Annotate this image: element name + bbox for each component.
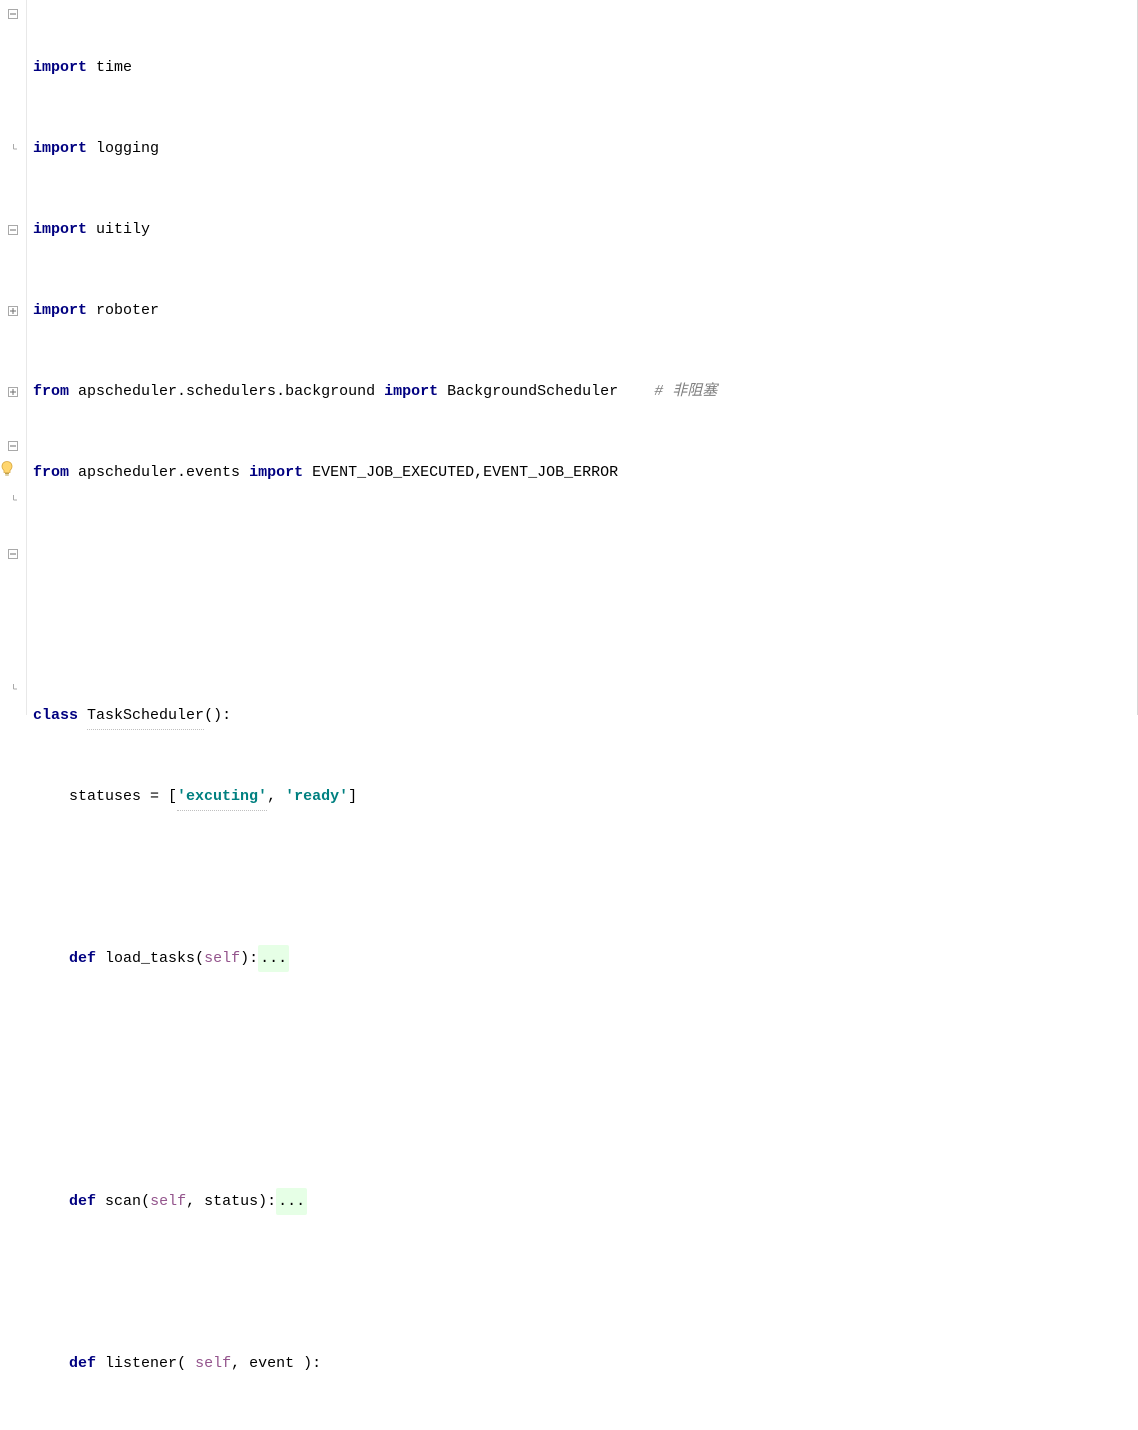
code-line[interactable]: from apscheduler.events import EVENT_JOB…: [31, 459, 1137, 486]
folded-code[interactable]: ...: [258, 945, 289, 972]
function-name: listener: [105, 1350, 177, 1377]
keyword: def: [69, 1350, 96, 1377]
fold-collapse-icon[interactable]: [7, 548, 19, 560]
class-name: TaskScheduler: [87, 702, 204, 730]
code-line[interactable]: import logging: [31, 135, 1137, 162]
code-line[interactable]: [31, 540, 1137, 567]
punctuation: ,: [267, 783, 285, 810]
punctuation: ):: [240, 945, 258, 972]
comment: # 非阻塞: [654, 378, 717, 405]
parameter: status: [204, 1188, 258, 1215]
keyword: import: [33, 297, 87, 324]
code-line[interactable]: class TaskScheduler():: [31, 702, 1137, 729]
imported-names: EVENT_JOB_EXECUTED,EVENT_JOB_ERROR: [312, 459, 618, 486]
punctuation: ():: [204, 702, 231, 729]
fold-expand-icon[interactable]: [7, 386, 19, 398]
string-literal: 'excuting': [177, 783, 267, 811]
code-line[interactable]: [31, 1269, 1137, 1296]
fold-collapse-icon[interactable]: [7, 224, 19, 236]
fold-close-icon[interactable]: [7, 494, 19, 506]
operator: = [: [141, 783, 177, 810]
code-line[interactable]: def listener( self, event ):: [31, 1350, 1137, 1377]
bulb-icon[interactable]: [1, 459, 13, 486]
punctuation: ):: [294, 1350, 321, 1377]
punctuation: (: [141, 1188, 150, 1215]
code-line[interactable]: import time: [31, 54, 1137, 81]
keyword: import: [33, 54, 87, 81]
gutter: [0, 0, 27, 715]
function-name: load_tasks: [105, 945, 195, 972]
fold-collapse-icon[interactable]: [7, 8, 19, 20]
string-literal: 'ready': [285, 783, 348, 810]
keyword: import: [384, 378, 438, 405]
module-name: uitily: [96, 216, 150, 243]
code-line[interactable]: import uitily: [31, 216, 1137, 243]
code-line[interactable]: [31, 621, 1137, 648]
parameter: event: [249, 1350, 294, 1377]
punctuation: ,: [231, 1350, 249, 1377]
code-line[interactable]: import roboter: [31, 297, 1137, 324]
code-line[interactable]: def scan(self, status):...: [31, 1188, 1137, 1215]
keyword: def: [69, 1188, 96, 1215]
code-line[interactable]: def load_tasks(self):...: [31, 945, 1137, 972]
function-name: scan: [105, 1188, 141, 1215]
punctuation: ):: [258, 1188, 276, 1215]
code-area[interactable]: import time import logging import uitily…: [27, 0, 1137, 715]
fold-collapse-icon[interactable]: [7, 440, 19, 452]
code-editor[interactable]: import time import logging import uitily…: [0, 0, 1138, 715]
keyword: class: [33, 702, 78, 729]
code-line[interactable]: [31, 1026, 1137, 1053]
code-line[interactable]: [31, 1107, 1137, 1134]
module-name: roboter: [96, 297, 159, 324]
code-line[interactable]: from apscheduler.schedulers.background i…: [31, 378, 1137, 405]
keyword: import: [33, 216, 87, 243]
keyword: from: [33, 378, 69, 405]
keyword: from: [33, 459, 69, 486]
fold-expand-icon[interactable]: [7, 305, 19, 317]
package-path: apscheduler.schedulers.background: [78, 378, 375, 405]
punctuation: (: [195, 945, 204, 972]
keyword: import: [249, 459, 303, 486]
module-name: logging: [96, 135, 159, 162]
folded-code[interactable]: ...: [276, 1188, 307, 1215]
fold-close-icon[interactable]: [7, 143, 19, 155]
punctuation: (: [177, 1350, 195, 1377]
variable: statuses: [69, 783, 141, 810]
self-param: self: [204, 945, 240, 972]
punctuation: ,: [186, 1188, 204, 1215]
module-name: time: [96, 54, 132, 81]
package-path: apscheduler.events: [78, 459, 240, 486]
keyword: def: [69, 945, 96, 972]
punctuation: ]: [348, 783, 357, 810]
code-line[interactable]: [31, 864, 1137, 891]
class-name: BackgroundScheduler: [447, 378, 618, 405]
self-param: self: [150, 1188, 186, 1215]
code-line[interactable]: statuses = ['excuting', 'ready']: [31, 783, 1137, 810]
self-param: self: [195, 1350, 231, 1377]
keyword: import: [33, 135, 87, 162]
fold-close-icon[interactable]: [7, 683, 19, 695]
